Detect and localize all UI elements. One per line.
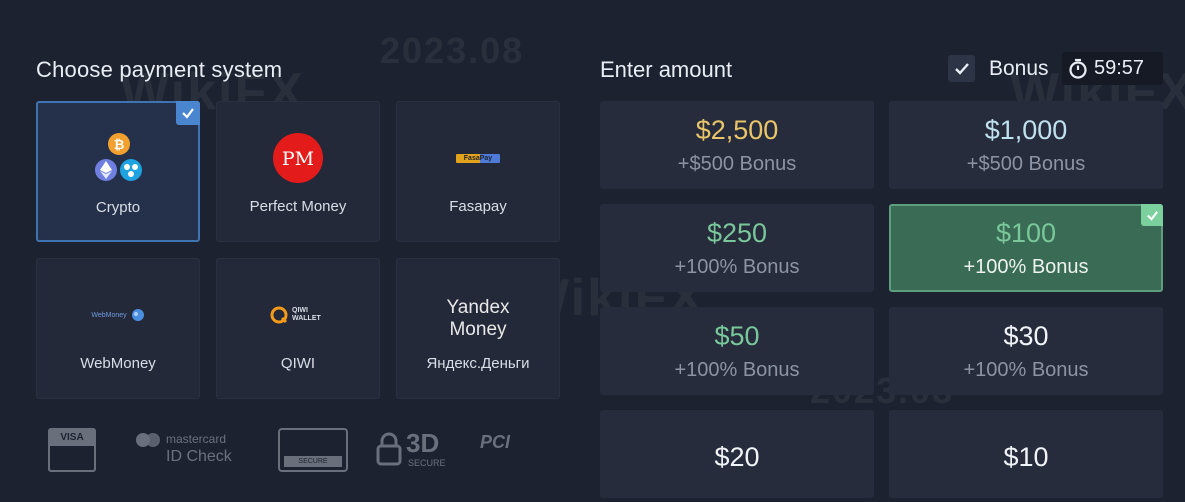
- perfect-money-icon: PM: [217, 128, 379, 188]
- amount-value: $30: [1003, 321, 1049, 351]
- payment-method-label: QIWI: [280, 355, 316, 372]
- payment-method-perfect-money[interactable]: PM Perfect Money: [216, 101, 380, 242]
- amount-value: $250: [706, 218, 768, 248]
- amount-value: $20: [714, 442, 760, 472]
- payment-system-title: Choose payment system: [36, 57, 283, 82]
- payment-method-label: Яндекс.Деньги: [426, 355, 530, 372]
- amount-bonus: +100% Bonus: [963, 359, 1089, 381]
- amount-option[interactable]: $20: [600, 410, 874, 498]
- payment-method-label: Perfect Money: [249, 198, 347, 215]
- payment-system-panel: Choose payment system ₿ Crypto PM Perfec…: [36, 0, 566, 502]
- payment-method-label: Crypto: [95, 199, 141, 216]
- amount-option[interactable]: $1,000 +$500 Bonus: [889, 101, 1163, 189]
- qiwi-icon: QIWI WALLET: [217, 285, 379, 345]
- payment-method-crypto[interactable]: ₿ Crypto: [36, 101, 200, 242]
- check-icon: [954, 62, 969, 75]
- amount-option-selected[interactable]: $100 +100% Bonus: [889, 204, 1163, 292]
- security-badges: VISA mastercard ID Check SECURE 3D SECUR…: [36, 424, 566, 474]
- amount-value: $2,500: [695, 115, 779, 145]
- svg-text:₿: ₿: [114, 138, 125, 153]
- payment-method-label: WebMoney: [80, 355, 156, 372]
- payment-method-fasapay[interactable]: FasaPay Fasapay: [396, 101, 560, 242]
- amount-value: $1,000: [984, 115, 1068, 145]
- secure-badge: SECURE: [278, 428, 348, 472]
- amount-option[interactable]: $30 +100% Bonus: [889, 307, 1163, 395]
- crypto-icon: ₿: [38, 129, 198, 189]
- 3d-secure-badge: 3D SECURE: [376, 428, 466, 472]
- bonus-label: Bonus: [989, 57, 1049, 80]
- yandex-money-icon: Yandex Money: [446, 297, 510, 340]
- svg-text:PM: PM: [282, 148, 314, 170]
- amount-title: Enter amount: [600, 57, 733, 82]
- amount-bonus: +100% Bonus: [674, 256, 800, 278]
- amount-bonus: +100% Bonus: [963, 256, 1089, 278]
- amount-value: $100: [995, 218, 1057, 248]
- selected-check-icon: [176, 101, 200, 125]
- payment-method-webmoney[interactable]: WebMoney WebMoney: [36, 258, 200, 399]
- payment-method-qiwi[interactable]: QIWI WALLET QIWI: [216, 258, 380, 399]
- timer-value: 59:57: [1094, 57, 1145, 79]
- amount-value: $10: [1003, 442, 1049, 472]
- amount-bonus: +$500 Bonus: [966, 153, 1086, 175]
- webmoney-icon: WebMoney: [37, 285, 199, 345]
- amount-option[interactable]: $10: [889, 410, 1163, 498]
- amount-panel: Enter amount Bonus 59:57 $2,500 +$500 Bo…: [600, 0, 1165, 502]
- amount-bonus: +100% Bonus: [674, 359, 800, 381]
- pci-dss-badge: PCI: [480, 432, 511, 452]
- amount-option[interactable]: $50 +100% Bonus: [600, 307, 874, 395]
- amount-option[interactable]: $250 +100% Bonus: [600, 204, 874, 292]
- bonus-timer: 59:57: [1062, 52, 1163, 85]
- amount-value: $50: [714, 321, 760, 351]
- selected-check-icon: [1141, 204, 1163, 226]
- payment-method-yandex-money[interactable]: Yandex Money Яндекс.Деньги: [396, 258, 560, 399]
- stopwatch-icon: [1069, 58, 1087, 79]
- bonus-checkbox[interactable]: [948, 55, 975, 82]
- visa-badge: VISA: [48, 428, 96, 472]
- mastercard-id-check-badge: mastercard ID Check: [134, 430, 254, 470]
- fasapay-icon: FasaPay: [397, 128, 559, 188]
- amount-bonus: +$500 Bonus: [677, 153, 797, 175]
- payment-method-label: Fasapay: [449, 198, 507, 215]
- amount-option[interactable]: $2,500 +$500 Bonus: [600, 101, 874, 189]
